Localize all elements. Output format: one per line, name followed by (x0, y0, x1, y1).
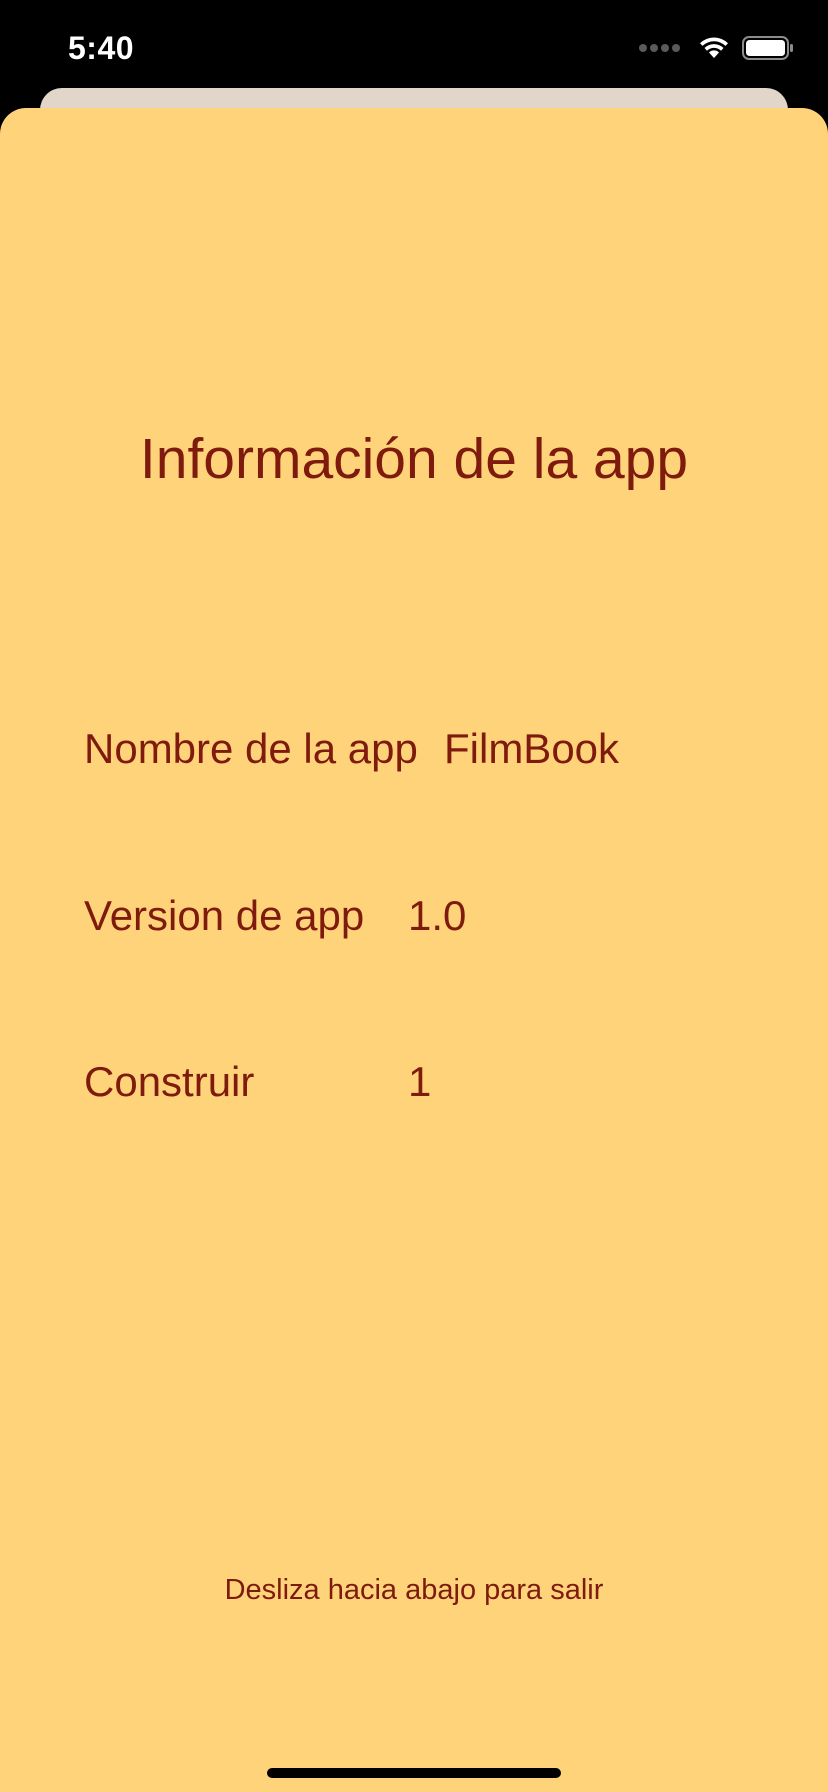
status-time: 5:40 (68, 30, 135, 66)
home-indicator[interactable] (267, 1768, 561, 1778)
status-bar: 5:40 (0, 0, 828, 88)
app-name-label: Nombre de la app (84, 725, 418, 772)
app-info-sheet[interactable]: Información de la app Nombre de la app F… (0, 108, 828, 1792)
swipe-down-hint: Desliza hacia abajo para salir (224, 1574, 604, 1606)
build-label: Construir (84, 1058, 255, 1105)
wifi-icon (700, 37, 728, 58)
app-version-label: Version de app (84, 892, 365, 939)
app-name-value: FilmBook (444, 725, 620, 772)
build-value: 1 (408, 1058, 432, 1105)
page-title: Información de la app (139, 427, 689, 491)
cellular-signal-icon (639, 44, 680, 52)
battery-icon (742, 36, 793, 60)
app-version-value: 1.0 (408, 892, 467, 939)
status-icons (639, 36, 794, 60)
